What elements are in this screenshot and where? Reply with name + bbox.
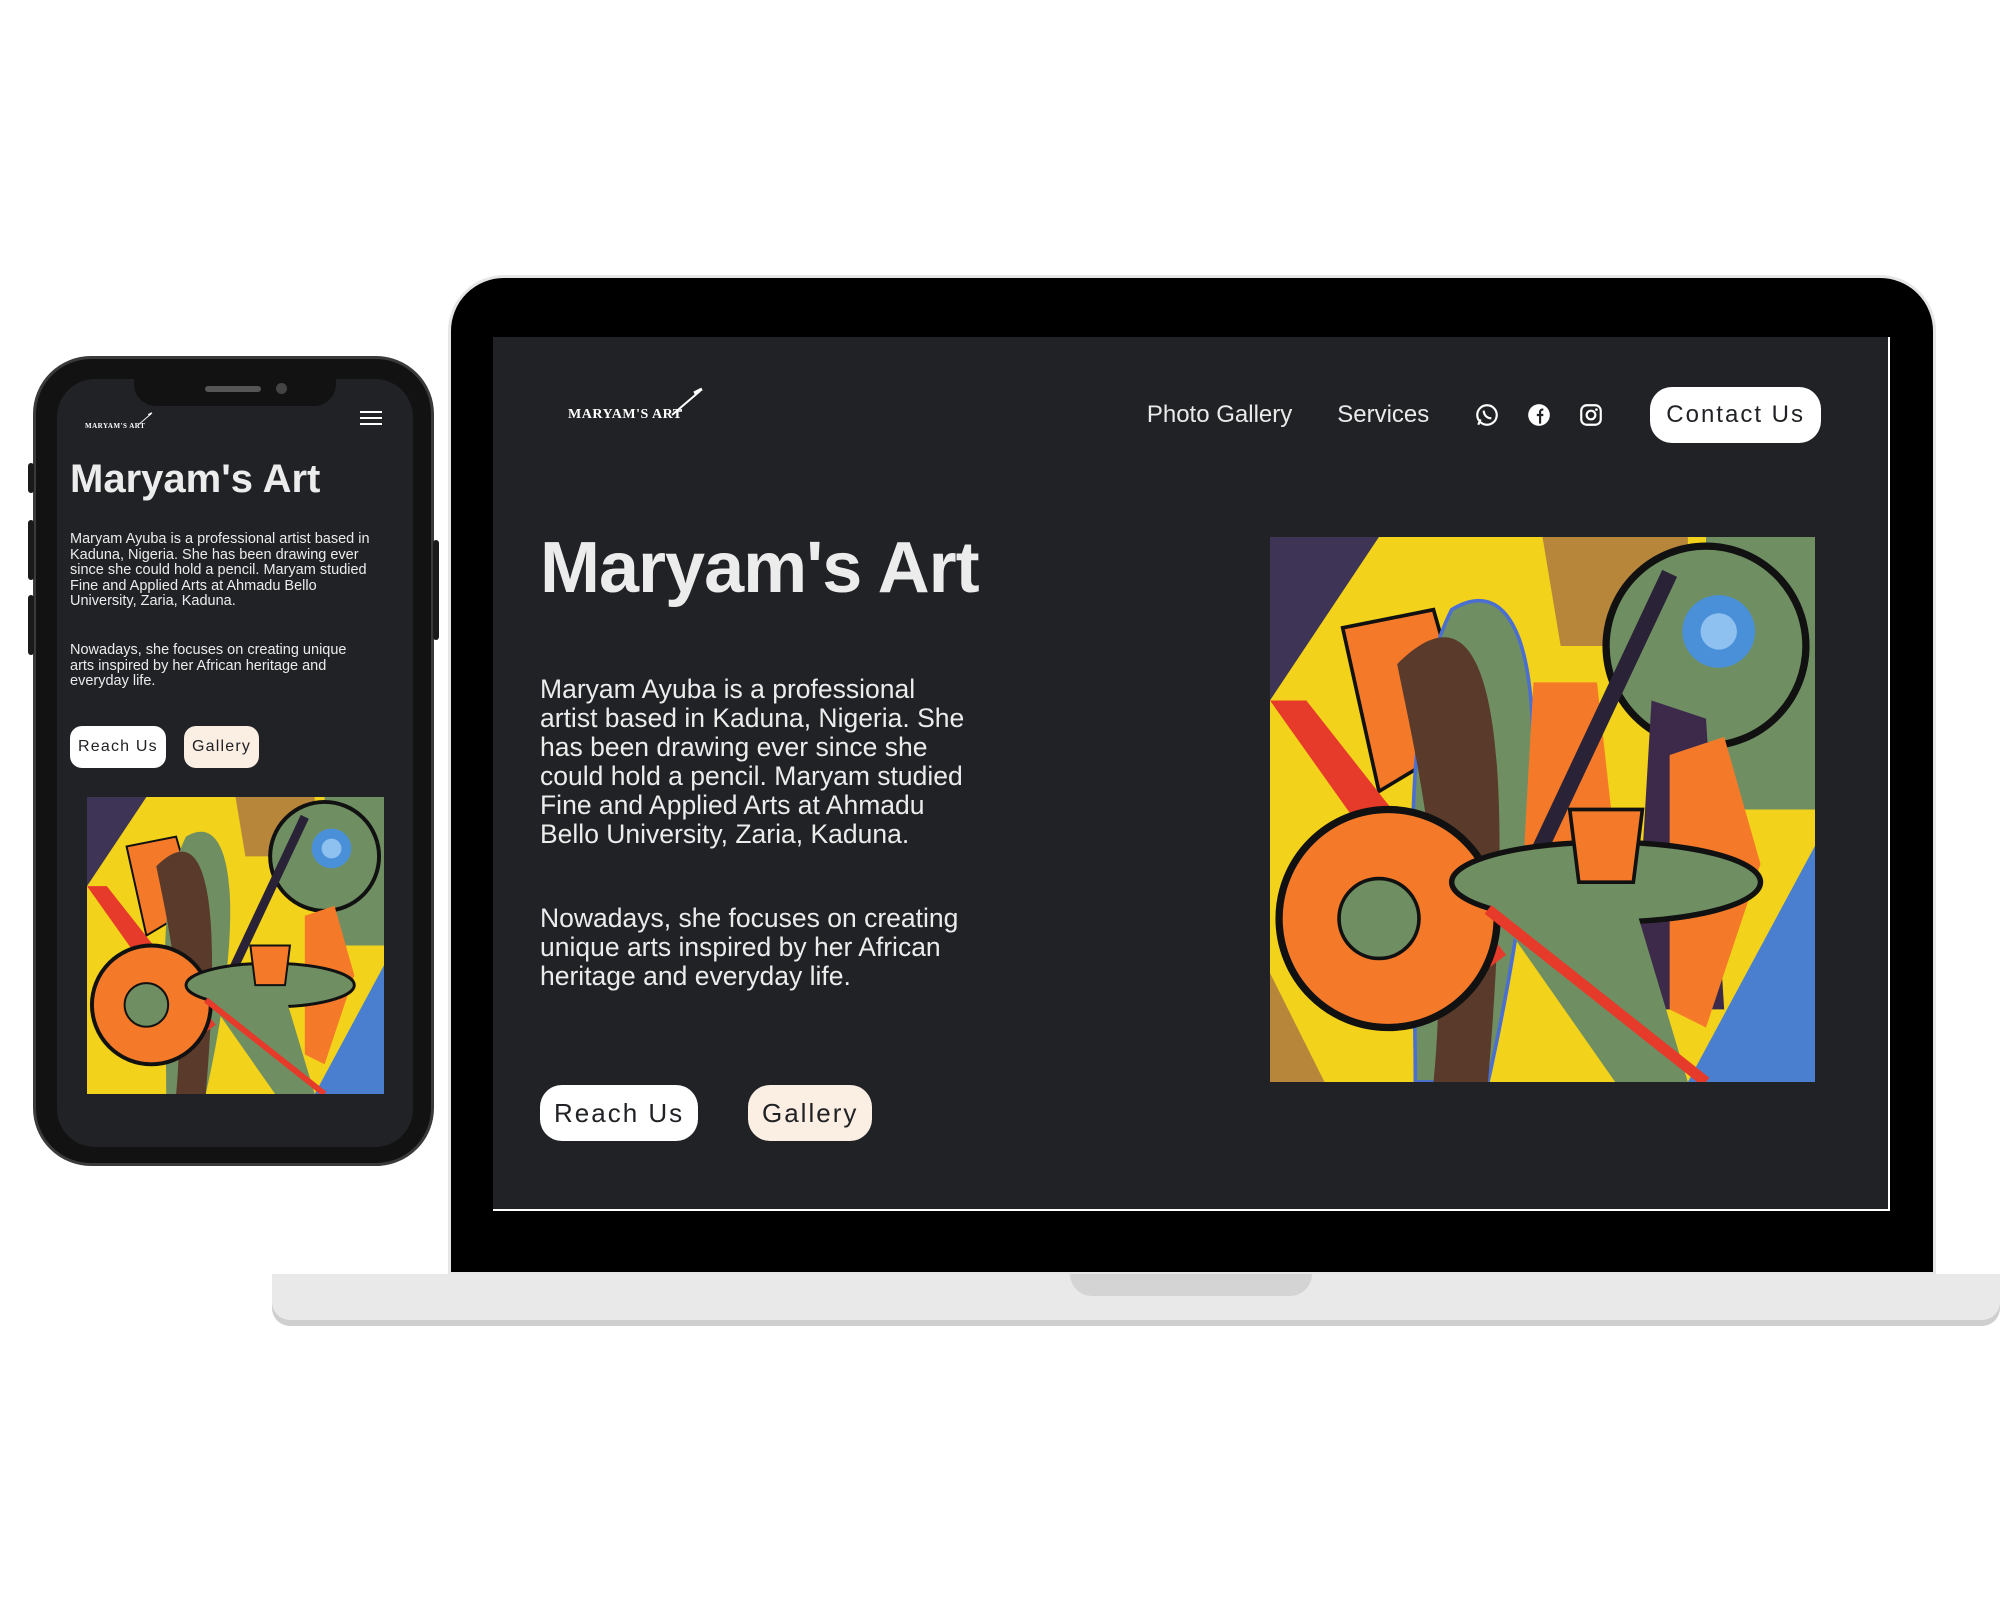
- mobile-artwork-painting: [87, 797, 384, 1094]
- brush-icon: [671, 387, 703, 416]
- contact-us-button[interactable]: Contact Us: [1650, 387, 1821, 443]
- hero-paragraph-1: Maryam Ayuba is a professional artist ba…: [540, 674, 965, 849]
- facebook-icon[interactable]: [1526, 402, 1552, 428]
- mobile-reach-us-button[interactable]: Reach Us: [70, 726, 166, 768]
- phone-side-button: [28, 463, 34, 493]
- desktop-screen: MARYAM'S ART Photo Gallery Services Cont…: [493, 337, 1890, 1211]
- phone-camera: [276, 383, 287, 394]
- artwork-painting: [1270, 537, 1815, 1082]
- whatsapp-icon[interactable]: [1474, 402, 1500, 428]
- brush-icon: [137, 412, 153, 426]
- phone-speaker: [205, 386, 261, 392]
- reach-us-button[interactable]: Reach Us: [540, 1085, 699, 1141]
- mobile-hero-paragraph-1: Maryam Ayuba is a professional artist ba…: [70, 531, 370, 609]
- nav-photo-gallery[interactable]: Photo Gallery: [1147, 401, 1292, 429]
- logo-text: MARYAM'S ART: [568, 407, 683, 422]
- phone-side-button: [28, 595, 34, 655]
- instagram-icon[interactable]: [1578, 402, 1604, 428]
- mobile-logo[interactable]: MARYAM'S ART: [85, 412, 153, 430]
- hamburger-menu-icon[interactable]: [360, 411, 382, 427]
- gallery-button[interactable]: Gallery: [748, 1085, 873, 1141]
- top-nav: Photo Gallery Services Contact Us: [1147, 387, 1821, 443]
- nav-services[interactable]: Services: [1337, 401, 1429, 429]
- hero-paragraph-2: Nowadays, she focuses on creating unique…: [540, 903, 959, 991]
- laptop-notch: [1070, 1274, 1312, 1296]
- phone-side-button: [28, 520, 34, 580]
- logo[interactable]: MARYAM'S ART: [568, 387, 703, 423]
- phone-power-button: [433, 540, 439, 640]
- mobile-hero-paragraph-2: Nowadays, she focuses on creating unique…: [70, 642, 347, 689]
- hero-title: Maryam's Art: [540, 528, 980, 608]
- mobile-gallery-button[interactable]: Gallery: [184, 726, 260, 768]
- mobile-hero-title: Maryam's Art: [70, 457, 321, 501]
- mobile-screen: MARYAM'S ART Maryam's Art Maryam Ayuba i…: [57, 379, 413, 1147]
